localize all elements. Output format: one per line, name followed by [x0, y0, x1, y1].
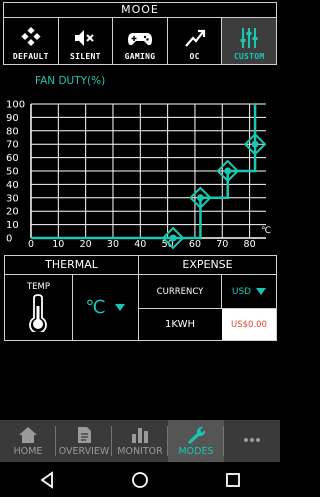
- x-tick-label: 80: [244, 239, 256, 250]
- bottom-tab-bar: HOME OVERVIEW MONITOR MODES: [0, 420, 280, 462]
- y-tick-label: 10: [6, 220, 19, 231]
- control-point-dot: [169, 234, 177, 242]
- sliders-icon: [240, 28, 258, 48]
- temp-unit-value: ℃: [85, 297, 106, 318]
- default-mode-icon: [21, 27, 41, 47]
- tab-monitor-label: MONITOR: [117, 445, 163, 457]
- mode-custom-label: CUSTOM: [233, 52, 265, 61]
- mute-speaker-icon: [75, 30, 95, 46]
- x-tick-label: 70: [216, 239, 228, 250]
- currency-value: USD: [231, 286, 252, 297]
- tab-modes-label: MODES: [178, 445, 214, 457]
- x-tick-label: 0: [28, 239, 34, 250]
- mode-silent-button[interactable]: SILENT: [59, 18, 114, 64]
- expense-panel: EXPENSE CURRENCY USD 1KWH US$0.00: [138, 255, 277, 341]
- chart-axes: 01020304050607080901000 10 20 30 40 50 60 70 80℃: [6, 100, 271, 251]
- control-point-dot: [196, 194, 204, 202]
- mode-gaming-label: GAMING: [124, 52, 156, 61]
- x-tick-label: 30: [107, 239, 119, 250]
- mode-oc-label: OC: [189, 52, 200, 61]
- y-tick-label: 40: [6, 180, 19, 191]
- dropdown-arrow-icon: [114, 303, 125, 311]
- thermal-panel: THERMAL TEMP ℃: [4, 255, 139, 341]
- y-tick-label: 90: [6, 113, 19, 124]
- y-tick-label: 100: [6, 100, 25, 111]
- system-nav-bar: [0, 462, 280, 497]
- x-unit-label: ℃: [261, 226, 271, 236]
- mode-default-label: DEFAULT: [12, 52, 49, 61]
- mode-oc-button[interactable]: OC: [168, 18, 223, 64]
- kwh-label: 1KWH: [165, 319, 195, 330]
- y-tick-label: 50: [6, 167, 19, 178]
- temp-label: TEMP: [26, 282, 51, 292]
- tab-home-label: HOME: [13, 445, 43, 457]
- mode-gaming-button[interactable]: GAMING: [113, 18, 168, 64]
- wrench-icon: [188, 426, 206, 444]
- y-tick-label: 60: [6, 153, 19, 164]
- tab-monitor[interactable]: MONITOR: [112, 420, 168, 462]
- mode-default-button[interactable]: DEFAULT: [4, 18, 59, 64]
- recents-icon[interactable]: [224, 471, 242, 489]
- mode-selector: DEFAULT SILENT GAMING OC CUSTOM: [3, 18, 277, 65]
- thermometer-icon: [29, 294, 47, 332]
- y-tick-label: 70: [6, 140, 19, 151]
- tab-overview[interactable]: OVERVIEW: [56, 420, 112, 462]
- expense-header: EXPENSE: [139, 256, 276, 275]
- dropdown-arrow-icon: [256, 287, 267, 295]
- tab-overview-label: OVERVIEW: [58, 445, 110, 457]
- home-circle-icon[interactable]: [131, 471, 149, 489]
- currency-label-cell: CURRENCY: [139, 275, 222, 309]
- mode-title: MOOE: [3, 2, 277, 18]
- x-tick-label: 10: [52, 239, 64, 250]
- y-tick-label: 30: [6, 193, 19, 204]
- mode-custom-button[interactable]: CUSTOM: [222, 18, 276, 64]
- temp-unit-select[interactable]: ℃: [73, 275, 138, 340]
- temp-cell: TEMP: [5, 275, 73, 340]
- x-tick-label: 60: [189, 239, 201, 250]
- tab-home[interactable]: HOME: [0, 420, 56, 462]
- y-tick-label: 20: [6, 207, 19, 218]
- bar-chart-icon: [132, 427, 148, 443]
- gamepad-icon: [127, 33, 152, 46]
- home-icon: [19, 426, 37, 443]
- chart-title: FAN DUTY(%): [35, 75, 105, 87]
- control-point-dot: [251, 140, 259, 148]
- currency-label: CURRENCY: [156, 286, 204, 297]
- x-tick-label: 20: [80, 239, 92, 250]
- control-point-dot: [224, 167, 232, 175]
- fan-duty-chart: FAN DUTY(%) 0 10 20 30 40 50 60 70 80 90 100 0 10 20 3…: [6, 75, 271, 251]
- y-tick-label: 80: [6, 126, 19, 137]
- y-tick-label: 0: [6, 234, 12, 245]
- currency-select[interactable]: USD: [222, 275, 276, 309]
- thermal-header: THERMAL: [5, 256, 138, 275]
- back-icon[interactable]: [38, 470, 56, 489]
- kwh-cost-value: US$0.00: [231, 319, 267, 330]
- document-icon: [78, 426, 91, 443]
- tab-modes[interactable]: MODES: [168, 420, 224, 462]
- kwh-label-cell: 1KWH: [139, 309, 221, 340]
- overclock-trend-icon: [184, 29, 205, 47]
- x-tick-label: 40: [134, 239, 146, 250]
- more-icon: [244, 438, 260, 442]
- kwh-cost-input[interactable]: US$0.00: [222, 309, 276, 340]
- mode-silent-label: SILENT: [70, 52, 101, 61]
- tab-more[interactable]: [224, 420, 280, 462]
